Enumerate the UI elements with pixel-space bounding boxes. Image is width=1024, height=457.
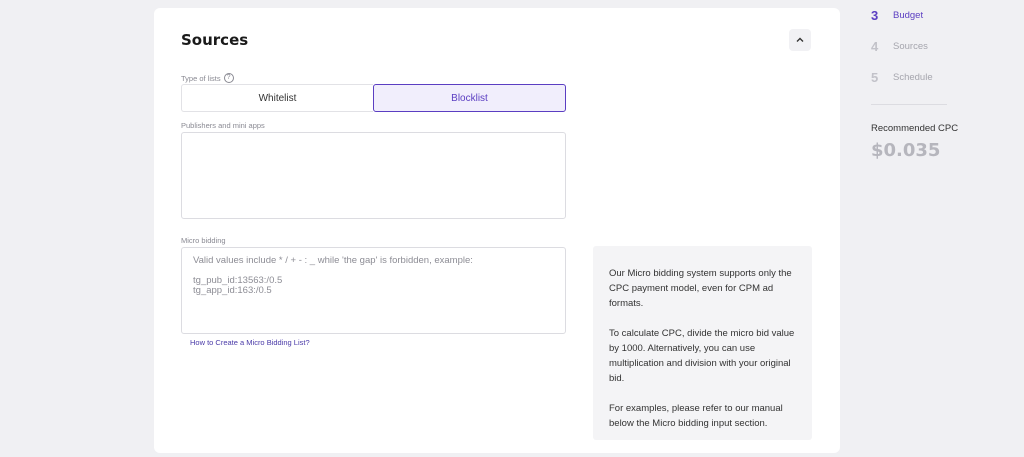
recommended-cpc-value: $0.035 bbox=[871, 140, 941, 161]
publishers-textarea[interactable] bbox=[181, 132, 566, 219]
info-paragraph: For examples, please refer to our manual… bbox=[609, 403, 783, 429]
step-budget[interactable]: 3 Budget bbox=[871, 8, 923, 23]
blocklist-option[interactable]: Blocklist bbox=[373, 84, 566, 112]
sources-card: Sources Type of lists ? Whitelist Blockl… bbox=[154, 8, 840, 453]
step-schedule[interactable]: 5 Schedule bbox=[871, 70, 933, 85]
list-type-toggle: Whitelist Blocklist bbox=[181, 84, 566, 112]
info-paragraph: To calculate CPC, divide the micro bid v… bbox=[609, 328, 795, 384]
step-label: Budget bbox=[893, 10, 924, 21]
publishers-label: Publishers and mini apps bbox=[181, 121, 265, 130]
type-of-lists-label: Type of lists ? bbox=[181, 73, 234, 83]
collapse-button[interactable] bbox=[789, 29, 811, 51]
micro-bidding-label: Micro bidding bbox=[181, 236, 226, 245]
step-label: Sources bbox=[893, 41, 928, 52]
micro-bidding-info: Our Micro bidding system supports only t… bbox=[593, 246, 812, 440]
info-paragraph: Our Micro bidding system supports only t… bbox=[609, 268, 792, 309]
step-number: 3 bbox=[871, 8, 879, 23]
micro-bidding-textarea[interactable]: Valid values include * / + - : _ while '… bbox=[181, 247, 566, 334]
step-number: 4 bbox=[871, 39, 879, 54]
micro-bidding-help-link[interactable]: How to Create a Micro Bidding List? bbox=[190, 338, 310, 347]
steps-divider bbox=[871, 104, 947, 105]
step-sources[interactable]: 4 Sources bbox=[871, 39, 928, 54]
whitelist-option[interactable]: Whitelist bbox=[181, 84, 373, 112]
step-number: 5 bbox=[871, 70, 879, 85]
recommended-cpc-label: Recommended CPC bbox=[871, 123, 959, 134]
section-title: Sources bbox=[181, 31, 249, 49]
help-icon[interactable]: ? bbox=[223, 73, 234, 83]
chevron-up-icon bbox=[796, 37, 804, 42]
step-label: Schedule bbox=[893, 72, 933, 83]
